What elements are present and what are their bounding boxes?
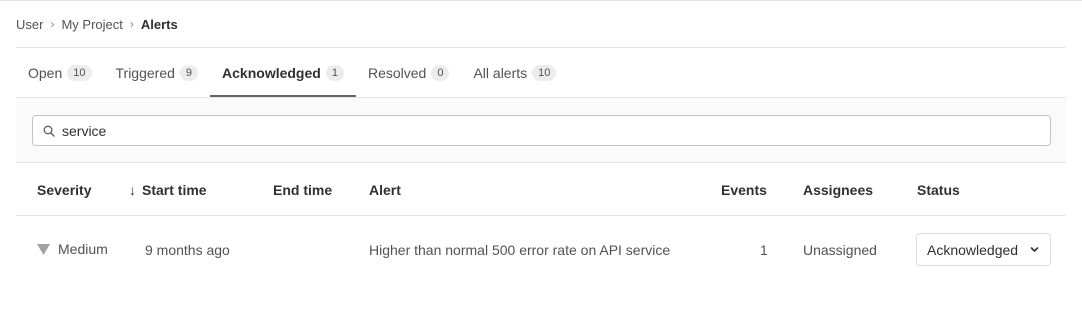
- search-icon: [42, 124, 56, 138]
- tab-label: Triggered: [115, 64, 175, 81]
- tab-all-alerts[interactable]: All alerts 10: [461, 48, 568, 97]
- alerts-table: Severity ↓ Start time End time Alert Eve…: [16, 164, 1066, 284]
- column-header-status[interactable]: Status: [917, 182, 960, 198]
- alert-title-link[interactable]: Higher than normal 500 error rate on API…: [369, 242, 670, 258]
- arrow-down-icon: ↓: [129, 182, 136, 198]
- breadcrumb-separator: ›: [50, 17, 55, 31]
- tab-triggered[interactable]: Triggered 9: [104, 48, 211, 97]
- search-filter-bar: [16, 97, 1066, 163]
- search-box[interactable]: [32, 115, 1051, 146]
- assignees-cell: Unassigned: [803, 242, 877, 258]
- column-header-label: Status: [917, 182, 960, 198]
- tab-label: Acknowledged: [222, 64, 321, 81]
- column-header-events[interactable]: Events: [721, 182, 767, 198]
- breadcrumb-separator: ›: [129, 17, 134, 31]
- column-header-label: Severity: [37, 182, 92, 198]
- tab-count-badge: 9: [179, 64, 199, 81]
- status-dropdown[interactable]: Acknowledged: [916, 233, 1051, 266]
- top-border: [0, 0, 1082, 1]
- column-header-start-time[interactable]: ↓ Start time: [129, 182, 207, 198]
- tab-count-badge: 1: [325, 64, 344, 81]
- column-header-label: Assignees: [803, 182, 874, 198]
- column-header-severity[interactable]: Severity: [37, 182, 91, 198]
- tab-label: All alerts: [473, 64, 528, 81]
- tab-label: Open: [28, 64, 63, 81]
- column-header-alert[interactable]: Alert: [369, 182, 401, 198]
- tab-count-badge: 10: [532, 64, 557, 81]
- table-row[interactable]: Medium 9 months ago Higher than normal 5…: [16, 216, 1066, 284]
- tab-label: Resolved: [367, 64, 427, 81]
- column-header-assignees: Assignees: [803, 182, 873, 198]
- column-header-label: Start time: [142, 182, 207, 198]
- column-header-label: Events: [721, 182, 767, 198]
- triangle-down-icon: [37, 243, 50, 255]
- status-dropdown-value: Acknowledged: [927, 241, 1019, 258]
- table-header: Severity ↓ Start time End time Alert Eve…: [16, 164, 1066, 216]
- tab-count-badge: 10: [67, 64, 92, 81]
- column-header-label: End time: [273, 182, 333, 198]
- breadcrumb: User › My Project › Alerts: [16, 15, 178, 33]
- search-input[interactable]: [62, 116, 1022, 145]
- start-time-cell: 9 months ago: [145, 242, 230, 258]
- column-header-label: Alert: [369, 182, 401, 198]
- severity-cell: Medium: [37, 241, 108, 257]
- chevron-down-icon: [1030, 247, 1039, 252]
- events-cell: 1: [760, 242, 768, 258]
- tab-resolved[interactable]: Resolved 0: [356, 48, 462, 97]
- tab-acknowledged[interactable]: Acknowledged 1: [210, 48, 356, 97]
- tab-count-badge: 0: [431, 64, 450, 81]
- status-tabs: Open 10 Triggered 9 Acknowledged 1 Resol…: [16, 48, 568, 97]
- severity-label: Medium: [58, 241, 108, 257]
- breadcrumb-user[interactable]: User: [16, 17, 43, 32]
- column-header-end-time[interactable]: End time: [273, 182, 332, 198]
- breadcrumb-alerts: Alerts: [140, 16, 178, 32]
- tab-open[interactable]: Open 10: [16, 48, 104, 97]
- breadcrumb-project[interactable]: My Project: [61, 17, 122, 32]
